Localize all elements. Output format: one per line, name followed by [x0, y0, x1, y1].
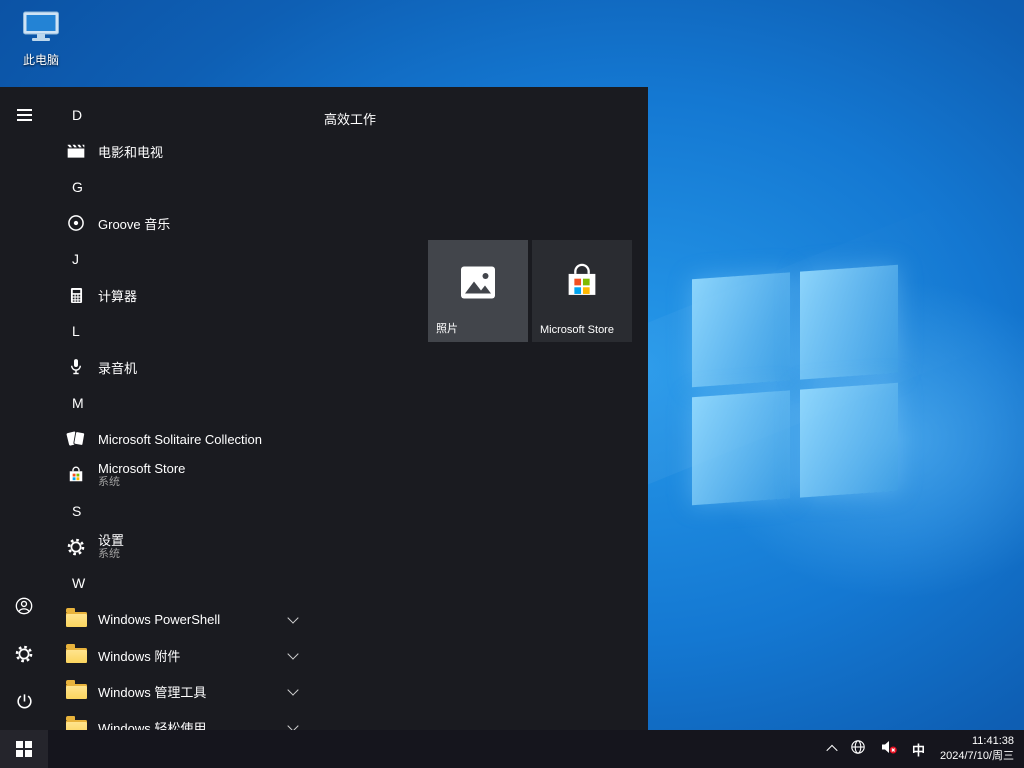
ime-indicator[interactable]: 中: [905, 730, 932, 768]
app-item-windows-ease-of-access[interactable]: Windows 轻松使用: [48, 709, 310, 730]
windows-logo: [692, 265, 898, 505]
app-label: Groove 音乐: [98, 214, 170, 233]
store-icon: [64, 463, 88, 487]
chevron-down-icon[interactable]: [282, 653, 304, 658]
expand-menu-button[interactable]: [0, 91, 48, 139]
section-letter-label: M: [72, 395, 84, 411]
app-item-settings[interactable]: 设置 系统: [48, 529, 310, 565]
tile-label: 照片: [436, 320, 458, 336]
app-item-microsoft-store[interactable]: Microsoft Store 系统: [48, 457, 310, 493]
app-label: Windows 附件: [98, 646, 180, 665]
section-letter-label: L: [72, 323, 80, 339]
app-item-windows-powershell[interactable]: Windows PowerShell: [48, 601, 310, 637]
system-tray: 中 11:41:38 2024/7/10/周三: [821, 730, 1024, 768]
section-letter-label: J: [72, 251, 79, 267]
movies-tv-icon: [64, 139, 88, 163]
start-menu: D 电影和电视 G: [0, 87, 648, 730]
app-section-letter-w[interactable]: W: [48, 565, 310, 601]
app-item-groove-music[interactable]: Groove 音乐: [48, 205, 310, 241]
app-item-voice-recorder[interactable]: 录音机: [48, 349, 310, 385]
clock-date: 2024/7/10/周三: [940, 749, 1014, 764]
app-label: 设置: [98, 533, 124, 549]
app-label: Windows PowerShell: [98, 612, 220, 627]
power-icon: [15, 692, 34, 716]
user-icon: [14, 596, 34, 621]
taskbar: 中 11:41:38 2024/7/10/周三: [0, 730, 1024, 768]
start-menu-tile-area: 高效工作 照片: [310, 87, 648, 730]
folder-icon: [64, 643, 88, 667]
folder-icon: [64, 607, 88, 631]
app-section-letter-g[interactable]: G: [48, 169, 310, 205]
desktop-icon-this-pc[interactable]: 此电脑: [10, 10, 72, 68]
start-menu-app-list: D 电影和电视 G: [48, 87, 310, 730]
chevron-down-icon[interactable]: [282, 725, 304, 730]
app-item-movies-tv[interactable]: 电影和电视: [48, 133, 310, 169]
power-button[interactable]: [0, 680, 48, 728]
section-letter-label: W: [72, 575, 85, 591]
computer-icon: [22, 10, 60, 49]
app-label: Windows 轻松使用: [98, 718, 206, 731]
app-item-calculator[interactable]: 计算器: [48, 277, 310, 313]
account-button[interactable]: [0, 584, 48, 632]
store-bag-icon: [561, 261, 603, 308]
tile-photos[interactable]: 照片: [428, 240, 528, 342]
settings-gear-icon: [64, 535, 88, 559]
tile-label: Microsoft Store: [540, 324, 614, 336]
settings-button[interactable]: [0, 632, 48, 680]
start-button[interactable]: [0, 730, 48, 768]
app-label: Windows 管理工具: [98, 682, 206, 701]
app-sublabel: 系统: [98, 548, 124, 561]
show-hidden-icons-button[interactable]: [821, 730, 843, 768]
app-section-letter-l[interactable]: L: [48, 313, 310, 349]
photos-icon: [458, 264, 498, 305]
app-label: 计算器: [98, 286, 137, 305]
folder-icon: [64, 679, 88, 703]
calculator-icon: [64, 283, 88, 307]
desktop-icon-label: 此电脑: [23, 51, 59, 68]
tile-group-title: 高效工作: [324, 109, 376, 128]
hamburger-icon: [17, 109, 32, 121]
chevron-down-icon[interactable]: [282, 617, 304, 622]
section-letter-label: D: [72, 107, 82, 123]
volume-muted-icon: [880, 739, 898, 760]
app-section-letter-m[interactable]: M: [48, 385, 310, 421]
app-item-windows-admin-tools[interactable]: Windows 管理工具: [48, 673, 310, 709]
clock-time: 11:41:38: [972, 734, 1014, 749]
app-label: 电影和电视: [98, 142, 163, 161]
network-status-button[interactable]: [843, 730, 873, 768]
volume-button[interactable]: [873, 730, 905, 768]
gear-icon: [14, 644, 34, 669]
globe-icon: [850, 739, 866, 760]
start-menu-rail: [0, 87, 48, 730]
app-section-letter-j[interactable]: J: [48, 241, 310, 277]
groove-music-icon: [64, 211, 88, 235]
tile-microsoft-store[interactable]: Microsoft Store: [532, 240, 632, 342]
app-section-letter-s[interactable]: S: [48, 493, 310, 529]
app-label: Microsoft Solitaire Collection: [98, 432, 262, 447]
chevron-up-icon: [826, 745, 837, 756]
voice-recorder-icon: [64, 355, 88, 379]
solitaire-icon: [64, 427, 88, 451]
windows-logo-icon: [16, 741, 33, 758]
windows-desktop: 此电脑: [0, 0, 1024, 768]
app-item-windows-accessories[interactable]: Windows 附件: [48, 637, 310, 673]
app-sublabel: 系统: [98, 476, 185, 489]
app-label: 录音机: [98, 358, 137, 377]
chevron-down-icon[interactable]: [282, 689, 304, 694]
app-label: Microsoft Store: [98, 461, 185, 477]
app-item-solitaire[interactable]: Microsoft Solitaire Collection: [48, 421, 310, 457]
ime-label: 中: [912, 740, 925, 759]
section-letter-label: G: [72, 179, 83, 195]
taskbar-clock[interactable]: 11:41:38 2024/7/10/周三: [932, 734, 1024, 764]
section-letter-label: S: [72, 503, 81, 519]
app-section-letter-d[interactable]: D: [48, 97, 310, 133]
folder-icon: [64, 715, 88, 730]
